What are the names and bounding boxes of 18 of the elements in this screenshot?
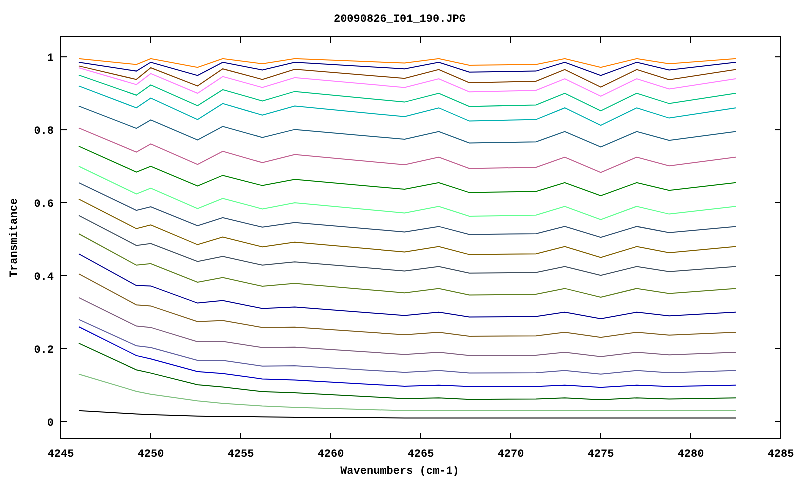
y-tick-label: 0	[47, 418, 54, 430]
y-tick-label: 0.2	[34, 344, 54, 357]
chart-title: 20090826_I01_190.JPG	[334, 14, 466, 26]
x-tick-label: 4275	[588, 449, 614, 461]
x-tick-label: 4250	[138, 449, 164, 461]
y-tick-label: 0.4	[34, 272, 54, 284]
y-tick-label: 0.8	[34, 126, 54, 138]
x-tick-label: 4245	[48, 449, 74, 461]
y-tick-label: 1	[47, 53, 54, 66]
y-tick-label: 0.6	[34, 198, 54, 211]
x-axis-label: Wavenumbers (cm-1)	[340, 466, 460, 478]
x-tick-label: 4285	[768, 449, 794, 461]
x-tick-label: 4280	[678, 449, 704, 461]
x-tick-label: 4270	[498, 449, 524, 461]
y-axis-label: Transmitance	[9, 198, 21, 278]
x-tick-label: 4260	[318, 449, 344, 461]
x-tick-label: 4255	[228, 449, 254, 461]
x-tick-label: 4265	[408, 449, 434, 461]
